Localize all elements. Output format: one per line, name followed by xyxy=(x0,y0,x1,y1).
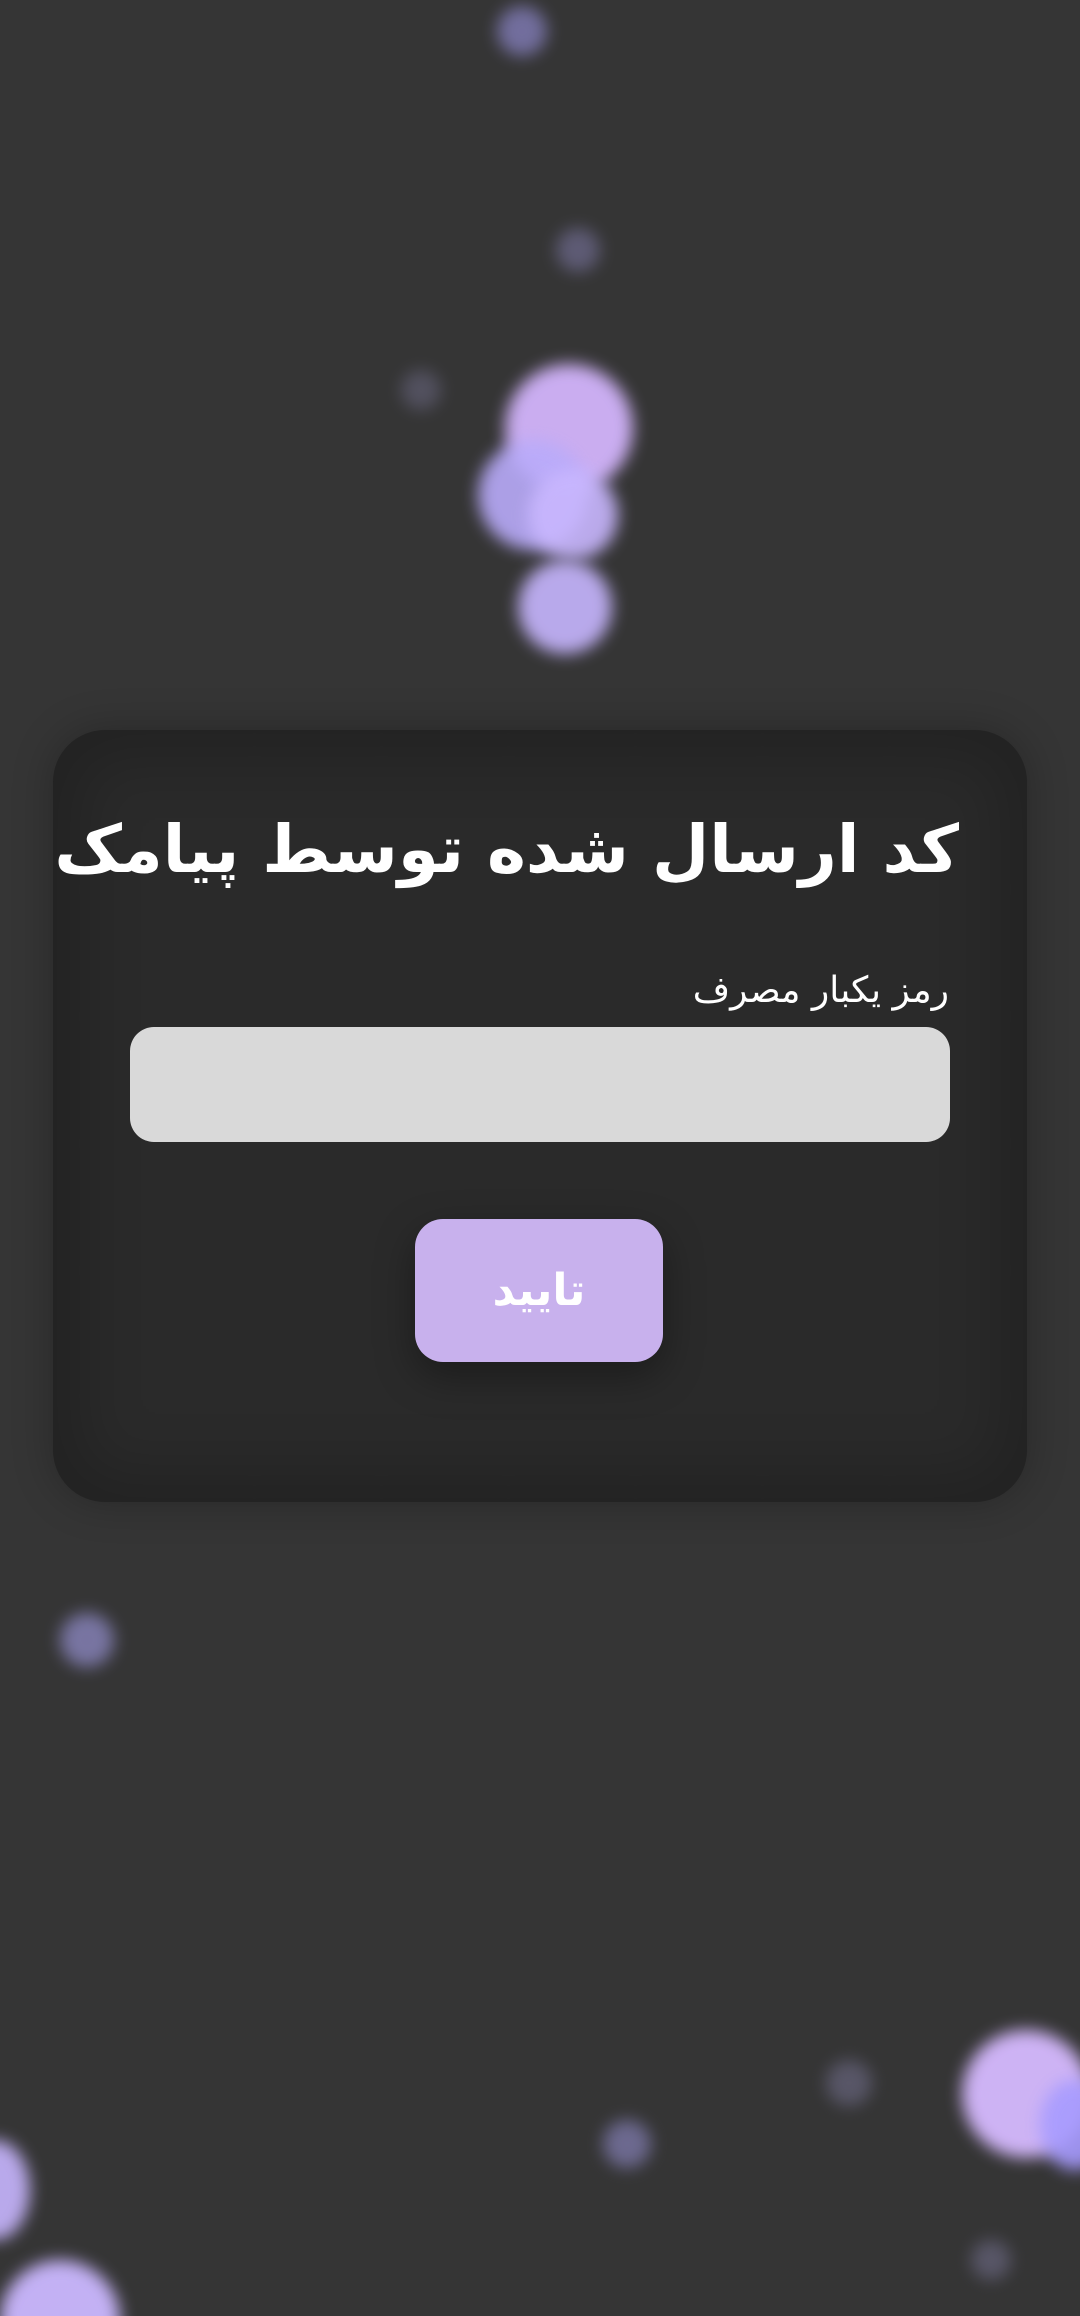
confirm-button[interactable]: تایید xyxy=(415,1219,663,1362)
bubble xyxy=(826,2060,872,2106)
page-title: کد ارسال شده توسط پیامک xyxy=(54,811,959,888)
bubble xyxy=(603,2120,651,2168)
bubble xyxy=(0,2140,30,2240)
bubble xyxy=(497,6,547,56)
bubble xyxy=(0,2260,120,2316)
bubble xyxy=(518,560,612,654)
otp-input[interactable] xyxy=(130,1027,950,1142)
bubble xyxy=(556,228,600,272)
bubble xyxy=(971,2240,1011,2280)
bubble xyxy=(401,370,441,410)
otp-field-label: رمز یکبار مصرف xyxy=(692,970,949,1011)
bubble xyxy=(60,1613,114,1667)
bubble xyxy=(528,470,618,560)
otp-card: کد ارسال شده توسط پیامک رمز یکبار مصرف ت… xyxy=(53,730,1027,1502)
